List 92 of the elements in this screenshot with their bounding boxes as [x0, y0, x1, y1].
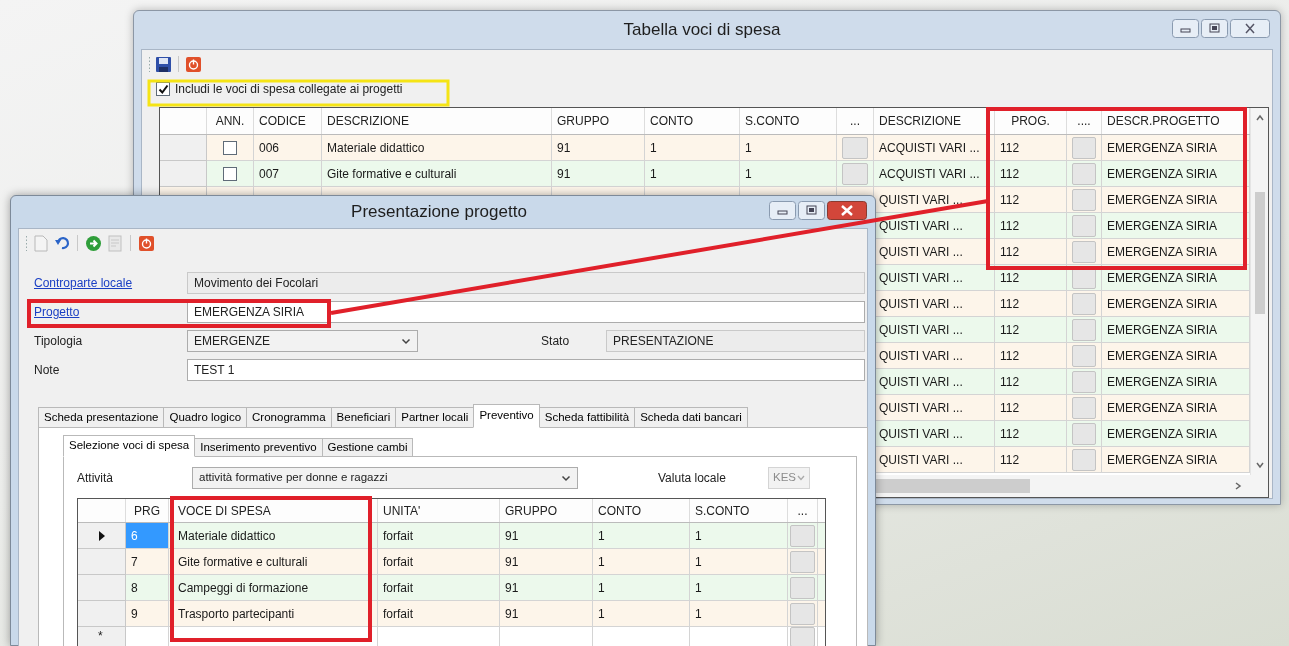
window-title: Presentazione progetto	[350, 201, 528, 224]
new-row-marker: *	[98, 628, 103, 645]
save-icon[interactable]	[155, 55, 172, 73]
power-icon[interactable]	[138, 234, 155, 252]
column-header[interactable]: VOCE DI SPESA	[169, 499, 378, 522]
column-header[interactable]: S.CONTO	[740, 108, 837, 134]
checkbox-label: Includi le voci di spesa collegate ai progetti	[175, 82, 403, 96]
column-header[interactable]: PROG.	[995, 108, 1067, 134]
column-header[interactable]: DESCRIZIONE	[322, 108, 552, 134]
column-header[interactable]: ...	[788, 499, 818, 522]
ellipsis-button[interactable]	[842, 136, 868, 159]
table-cell: Trasporto partecipanti	[169, 601, 378, 627]
table-cell: 6	[126, 523, 169, 549]
ellipsis-button[interactable]	[1072, 422, 1096, 445]
ellipsis-button[interactable]	[1072, 214, 1096, 237]
table-cell: 112	[995, 447, 1067, 473]
dropdown[interactable]: EMERGENZE	[187, 330, 419, 352]
table-cell: 1	[690, 601, 788, 627]
chevron-down-icon	[797, 475, 805, 481]
document-icon[interactable]	[107, 234, 123, 252]
column-header[interactable]: S.CONTO	[690, 499, 788, 522]
column-header[interactable]: ...	[837, 108, 874, 134]
table-cell: forfait	[378, 601, 500, 627]
ellipsis-button[interactable]	[1072, 292, 1096, 315]
column-header[interactable]: GRUPPO	[500, 499, 593, 522]
maximize-button[interactable]	[798, 200, 825, 220]
tab[interactable]: Selezione voci di spesa	[63, 435, 196, 457]
ellipsis-button[interactable]	[1072, 370, 1096, 393]
column-header[interactable]: CONTO	[645, 108, 740, 134]
new-document-icon[interactable]	[33, 234, 49, 252]
ellipsis-button[interactable]	[790, 576, 815, 599]
chevron-down-icon	[561, 474, 571, 482]
field-label: Note	[34, 362, 61, 379]
column-header[interactable]: CODICE	[254, 108, 322, 134]
ellipsis-button[interactable]	[1072, 136, 1096, 159]
column-header[interactable]: UNITA'	[378, 499, 500, 522]
close-button[interactable]	[1230, 18, 1270, 38]
close-button[interactable]	[827, 200, 867, 220]
scroll-up-icon[interactable]	[1254, 114, 1265, 122]
scroll-down-icon[interactable]	[1254, 461, 1265, 469]
dropdown[interactable]: attività formative per donne e ragazzi	[192, 467, 578, 489]
power-icon[interactable]	[185, 55, 202, 73]
arrow-right-icon[interactable]	[85, 234, 102, 252]
column-header[interactable]: ....	[1067, 108, 1102, 134]
ellipsis-button[interactable]	[1072, 162, 1096, 185]
toolbar-grip-icon	[148, 55, 151, 73]
field-label: Attività	[77, 470, 114, 487]
window-title: Tabella voci di spesa	[622, 19, 782, 42]
field-label: Valuta locale	[658, 470, 727, 487]
checkbox[interactable]	[223, 140, 237, 155]
ellipsis-button[interactable]	[790, 524, 815, 547]
ellipsis-button[interactable]	[1072, 344, 1096, 367]
dropdown-value: attività formative per donne e ragazzi	[199, 470, 388, 486]
dropdown-value: KES	[773, 470, 796, 486]
status-field: PRESENTAZIONE	[606, 330, 865, 352]
table-cell: 91	[500, 601, 593, 627]
column-header[interactable]: PRG	[126, 499, 169, 522]
table-cell: 9	[126, 601, 169, 627]
ellipsis-button[interactable]	[1072, 188, 1096, 211]
field-link[interactable]: Controparte locale	[34, 274, 187, 292]
vertical-scrollbar[interactable]	[1250, 108, 1268, 475]
column-header[interactable]: CONTO	[593, 499, 690, 522]
tab[interactable]: Scheda dati bancari	[634, 407, 748, 428]
undo-icon[interactable]	[54, 235, 70, 251]
ellipsis-button[interactable]	[1072, 448, 1096, 471]
column-header[interactable]: GRUPPO	[552, 108, 645, 134]
field-label: Stato	[541, 333, 571, 350]
input-field: Movimento dei Focolari	[187, 272, 865, 294]
check-icon	[157, 83, 169, 95]
column-header[interactable]: ANN.	[207, 108, 254, 134]
ellipsis-button[interactable]	[842, 162, 868, 185]
chevron-down-icon	[401, 337, 412, 345]
ellipsis-button[interactable]	[1072, 318, 1096, 341]
input-field[interactable]: TEST 1	[187, 359, 865, 381]
column-header[interactable]: DESCRIZIONE	[874, 108, 995, 134]
ellipsis-button[interactable]	[1072, 396, 1096, 419]
field-link[interactable]: Progetto	[34, 303, 187, 321]
field-label: Tipologia	[34, 333, 84, 350]
tab[interactable]: Scheda presentazione	[38, 407, 165, 428]
maximize-button[interactable]	[1201, 18, 1228, 38]
scrollbar-thumb[interactable]	[1254, 192, 1265, 314]
checkbox[interactable]	[223, 166, 237, 181]
toolbar-grip-icon	[25, 234, 28, 252]
current-row-icon	[98, 530, 105, 541]
table-cell: 1	[593, 601, 690, 627]
ellipsis-button[interactable]	[790, 550, 815, 573]
ellipsis-button[interactable]	[790, 602, 815, 625]
scroll-right-icon[interactable]	[1234, 481, 1242, 491]
input-field[interactable]: EMERGENZA SIRIA	[187, 301, 865, 323]
ellipsis-button[interactable]	[1072, 240, 1096, 263]
tab[interactable]: Preventivo	[473, 404, 540, 428]
dropdown-value: EMERGENZE	[194, 333, 270, 350]
